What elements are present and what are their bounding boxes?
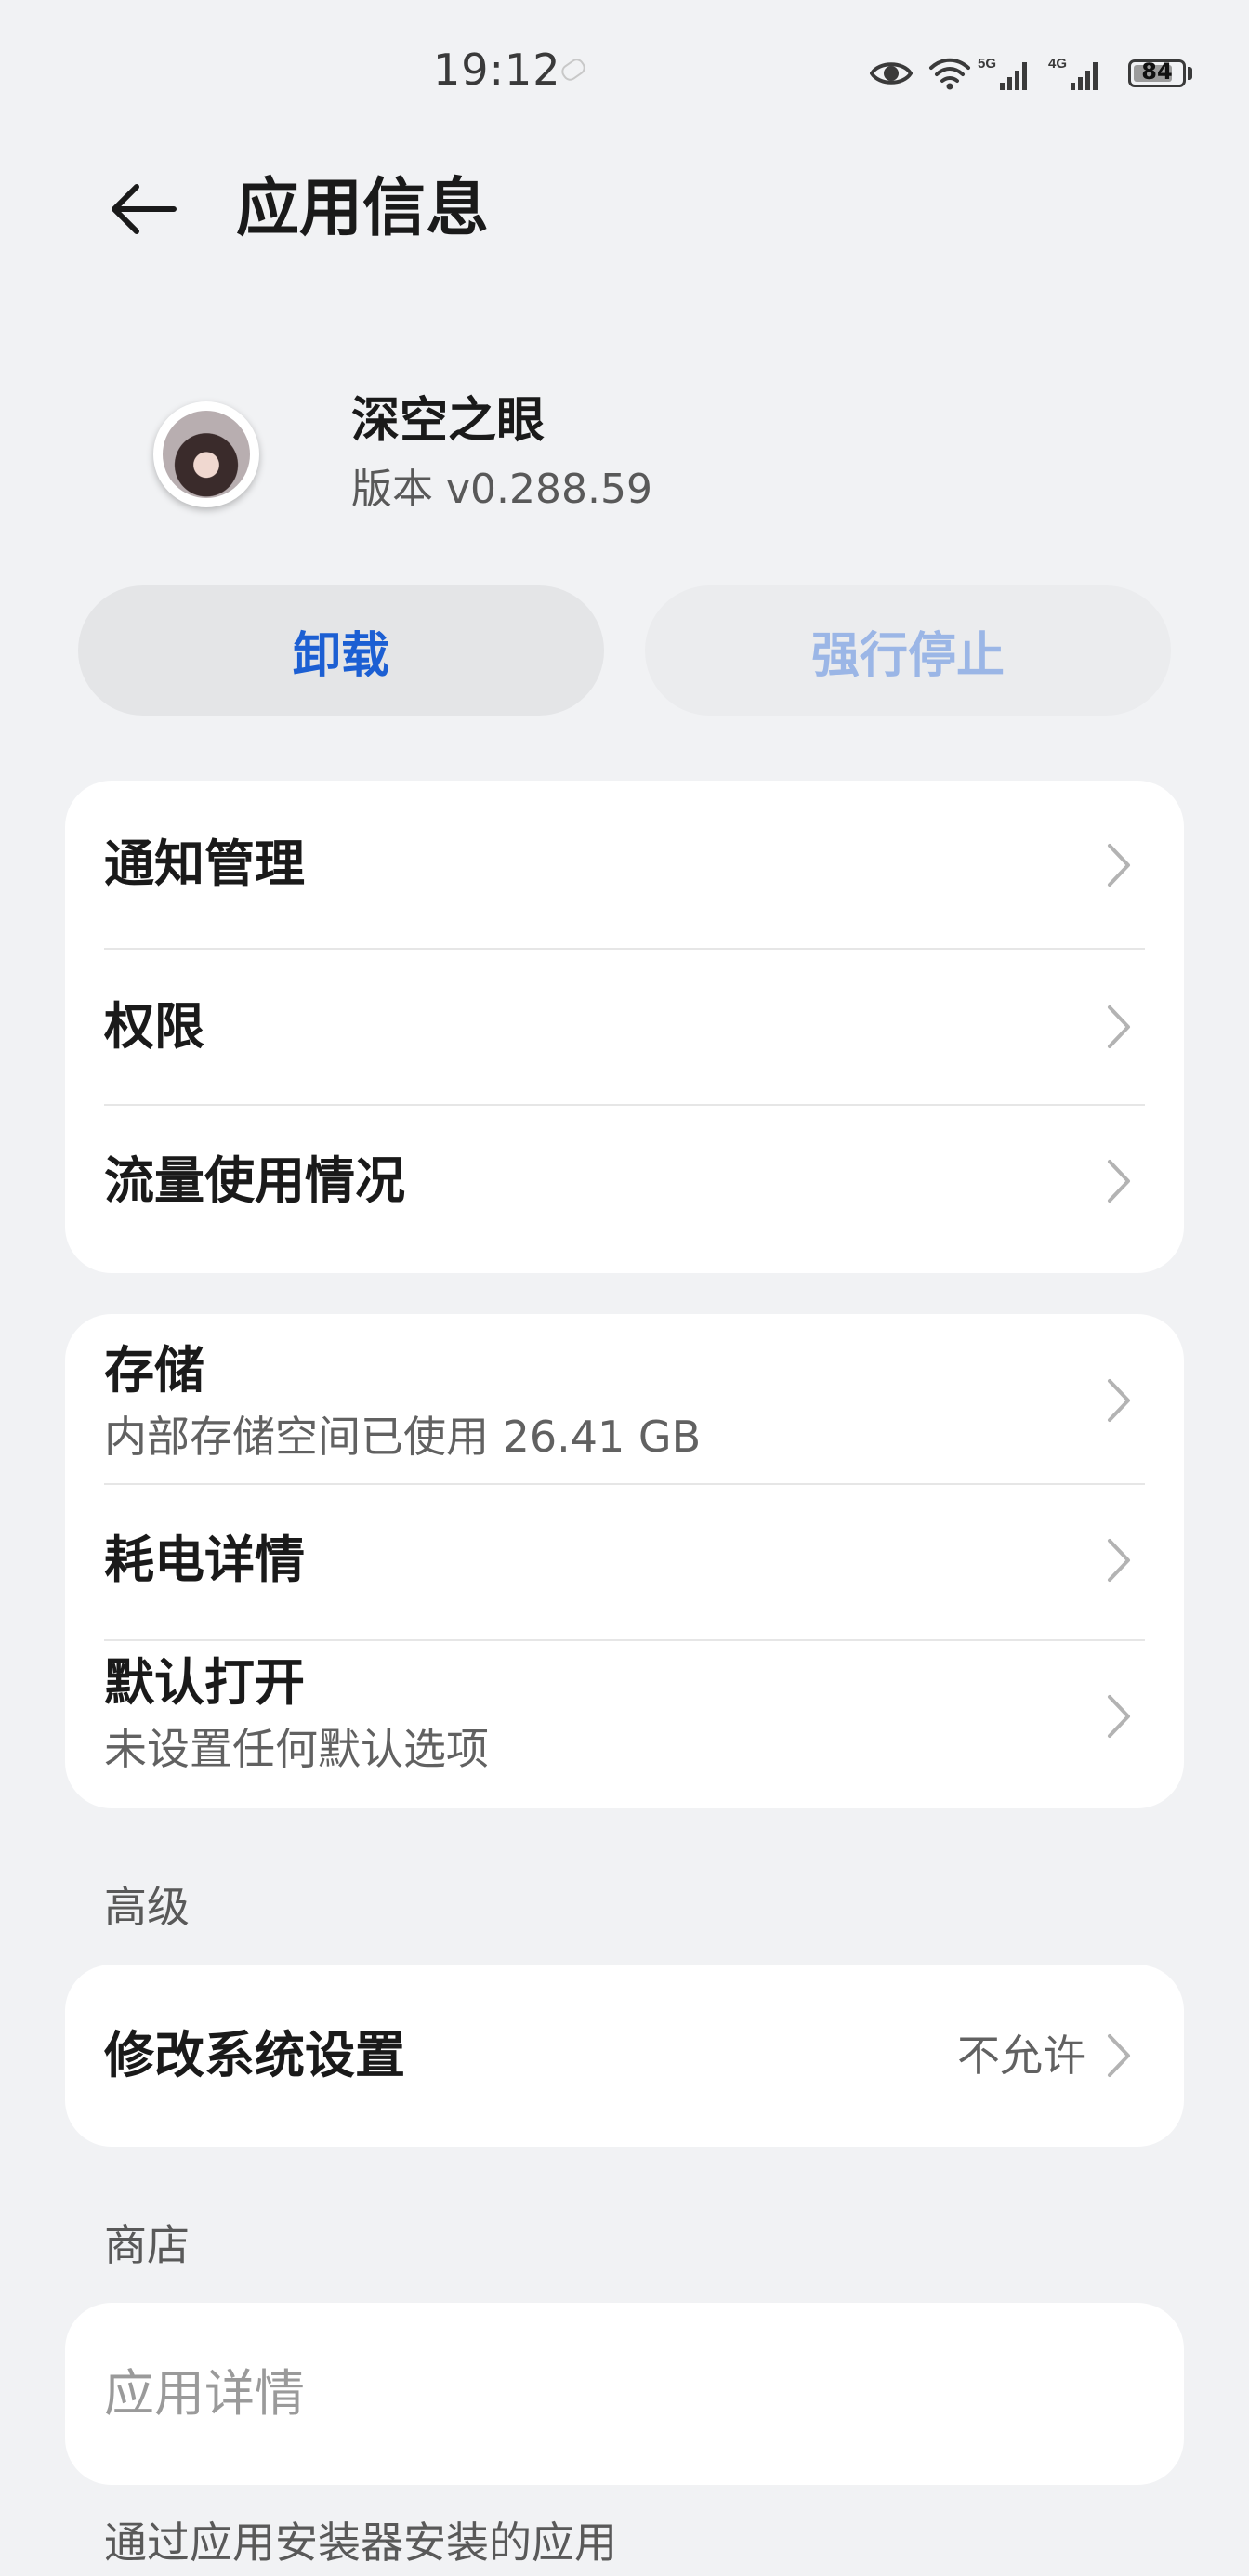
row-title: 耗电详情 <box>104 1531 305 1589</box>
link-icon <box>559 56 588 84</box>
chevron-right-icon <box>1108 1695 1130 1738</box>
network-5g-label: 5G <box>978 56 996 72</box>
chevron-right-icon <box>1108 2034 1130 2077</box>
wifi-icon <box>929 58 970 90</box>
signal-4g-icon: 4G <box>1048 56 1098 90</box>
app-avatar-icon <box>153 401 259 507</box>
eye-icon <box>870 62 913 85</box>
battery-tip <box>1188 67 1192 80</box>
row-value: 不允许 <box>957 2031 1085 2081</box>
row-title: 通知管理 <box>104 835 305 893</box>
battery-level: 84 <box>1141 59 1173 85</box>
status-bar: 19:12 5G 4G 84 <box>0 0 1249 149</box>
row-title: 存储 <box>104 1341 204 1400</box>
chevron-right-icon <box>1108 844 1130 887</box>
settings-group-advanced: 修改系统设置 不允许 <box>65 1965 1184 2147</box>
row-title: 应用详情 <box>104 2364 305 2423</box>
storage-row[interactable]: 存储 内部存储空间已使用 26.41 GB <box>104 1314 1210 1483</box>
uninstall-button[interactable]: 卸载 <box>78 585 604 716</box>
network-4g-label: 4G <box>1048 56 1067 72</box>
app-name: 深空之眼 <box>351 393 546 449</box>
battery-icon: 84 <box>1128 59 1186 87</box>
signal-5g-icon: 5G <box>978 56 1027 90</box>
status-icons: 5G 4G 84 <box>870 50 1192 97</box>
row-subtitle: 未设置任何默认选项 <box>104 1724 489 1774</box>
row-title: 默认打开 <box>104 1653 305 1712</box>
section-label-advanced: 高级 <box>104 1882 190 1932</box>
page-title: 应用信息 <box>236 172 490 245</box>
chevron-right-icon <box>1108 1005 1130 1048</box>
status-time: 19:12 <box>433 45 561 95</box>
permissions-row[interactable]: 权限 <box>104 950 1210 1104</box>
chevron-right-icon <box>1108 1539 1130 1582</box>
open-by-default-row[interactable]: 默认打开 未设置任何默认选项 <box>104 1641 1210 1808</box>
row-subtitle: 内部存储空间已使用 26.41 GB <box>104 1412 702 1462</box>
app-details-row[interactable]: 应用详情 <box>104 2303 1210 2485</box>
row-title: 权限 <box>104 997 204 1056</box>
chevron-right-icon <box>1108 1160 1130 1203</box>
force-stop-button[interactable]: 强行停止 <box>645 585 1171 716</box>
row-title: 流量使用情况 <box>104 1151 405 1210</box>
modify-system-settings-row[interactable]: 修改系统设置 不允许 <box>104 1965 1210 2147</box>
section-label-store: 商店 <box>104 2220 190 2270</box>
back-button[interactable] <box>93 167 195 251</box>
chevron-right-icon <box>1108 1379 1130 1422</box>
install-source-note: 通过应用安装器安装的应用 <box>104 2517 617 2568</box>
settings-group-store: 应用详情 <box>65 2303 1184 2485</box>
app-version: 版本 v0.288.59 <box>351 466 652 513</box>
settings-group-2: 存储 内部存储空间已使用 26.41 GB 耗电详情 默认打开 未设置任何默认选… <box>65 1314 1184 1808</box>
data-usage-row[interactable]: 流量使用情况 <box>104 1106 1210 1273</box>
settings-group-1: 通知管理 权限 流量使用情况 <box>65 781 1184 1273</box>
notification-management-row[interactable]: 通知管理 <box>104 781 1210 948</box>
row-title: 修改系统设置 <box>104 2026 405 2084</box>
battery-details-row[interactable]: 耗电详情 <box>104 1485 1210 1639</box>
app-avatar-image <box>163 411 250 498</box>
arrow-left-icon <box>112 184 177 234</box>
